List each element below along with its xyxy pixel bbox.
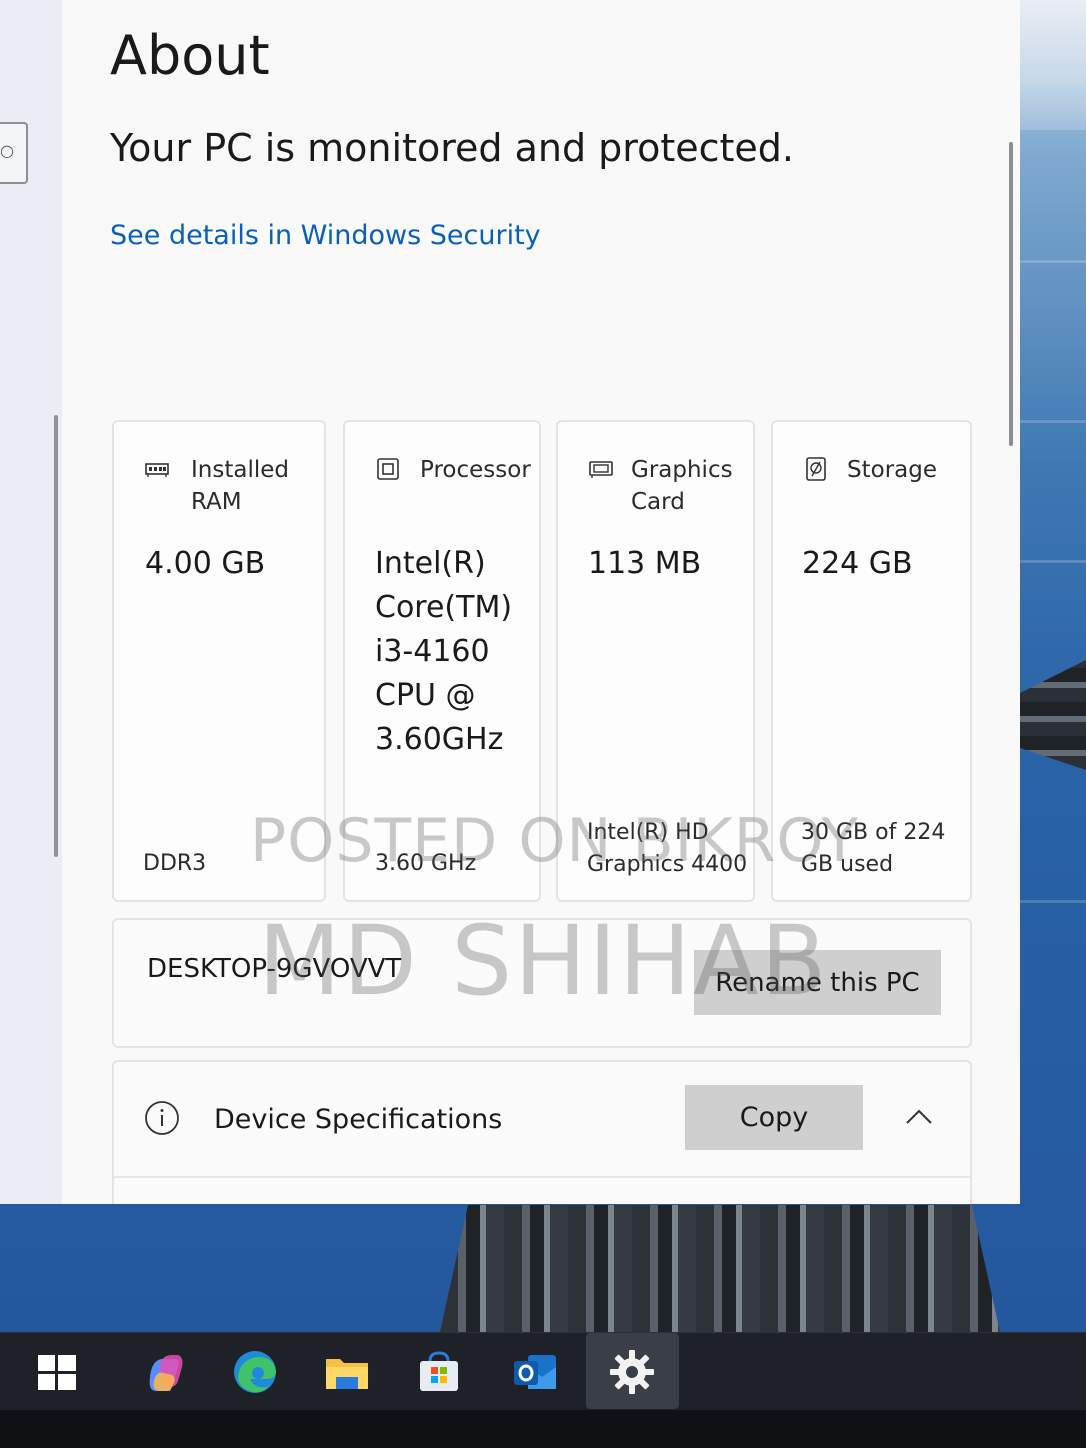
spec-detail: 3.60 GHz <box>375 851 477 876</box>
spec-detail: Intel(R) HD <box>587 820 709 845</box>
spec-value: 4.00 GB <box>145 546 266 581</box>
edge-icon[interactable] <box>230 1347 280 1397</box>
spec-label: Installed <box>191 457 289 483</box>
ram-icon <box>145 463 169 477</box>
outlook-icon[interactable] <box>510 1347 560 1397</box>
wallpaper-wave <box>1020 420 1086 423</box>
rename-pc-button[interactable]: Rename this PC <box>694 950 941 1015</box>
windows-start-icon[interactable] <box>32 1347 82 1397</box>
wallpaper-wave <box>1020 560 1086 563</box>
spec-detail: GB used <box>801 852 894 877</box>
spec-label: Card <box>631 489 685 515</box>
spec-label: RAM <box>191 489 242 515</box>
settings-gear-icon[interactable] <box>607 1347 657 1397</box>
spec-label: Processor <box>420 457 531 483</box>
protection-status-text: Your PC is monitored and protected. <box>110 126 794 170</box>
spec-card-graphics: Graphics Card 113 MB Intel(R) HD Graphic… <box>556 420 755 902</box>
spec-detail: Graphics 4400 <box>587 852 748 877</box>
wallpaper-pier-right <box>1020 660 1086 770</box>
section-divider <box>114 1176 970 1178</box>
copilot-icon[interactable] <box>140 1347 190 1397</box>
pc-name: DESKTOP-9GVOVVT <box>147 954 402 984</box>
screen-bottom-bar <box>0 1410 1086 1448</box>
copy-button[interactable]: Copy <box>685 1085 863 1150</box>
spec-detail: 30 GB of 224 <box>801 820 946 845</box>
windows-security-link[interactable]: See details in Windows Security <box>110 220 541 251</box>
spec-card-processor: Processor Intel(R) Core(TM) i3-4160 CPU … <box>343 420 541 902</box>
search-icon: ○ <box>0 141 14 160</box>
settings-window: About Your PC is monitored and protected… <box>62 0 1020 1204</box>
spec-label: Storage <box>847 457 937 483</box>
spec-value: 113 MB <box>588 546 702 581</box>
settings-scrollbar[interactable] <box>1009 142 1013 446</box>
spec-value: Core(TM) <box>375 590 513 625</box>
spec-value: i3-4160 <box>375 634 490 669</box>
processor-icon <box>377 458 399 480</box>
spec-card-ram: Installed RAM 4.00 GB DDR3 <box>112 420 326 902</box>
spec-value: CPU @ <box>375 678 476 713</box>
storage-icon <box>806 457 826 481</box>
wallpaper-wave <box>1020 260 1086 263</box>
chevron-up-icon[interactable] <box>904 1102 934 1132</box>
device-specifications-title: Device Specifications <box>214 1104 503 1135</box>
pc-name-card: DESKTOP-9GVOVVT Rename this PC <box>112 918 972 1048</box>
taskbar <box>0 1332 1086 1410</box>
spec-value: Intel(R) <box>375 546 486 581</box>
spec-detail: DDR3 <box>143 851 207 876</box>
wallpaper-pier <box>440 1205 1000 1332</box>
spec-value: 3.60GHz <box>375 722 504 757</box>
spec-label: Graphics <box>631 457 733 483</box>
device-specifications-card[interactable]: Device Specifications Copy <box>112 1060 972 1204</box>
microsoft-store-icon[interactable] <box>414 1347 464 1397</box>
background-window-scrollbar[interactable] <box>54 415 58 857</box>
background-window[interactable]: ○ <box>0 0 62 1204</box>
info-icon <box>145 1101 179 1135</box>
spec-card-storage: Storage 224 GB 30 GB of 224 GB used <box>771 420 972 902</box>
wallpaper-wave <box>1020 900 1086 903</box>
graphics-card-icon <box>589 461 613 478</box>
page-title: About <box>110 24 270 87</box>
file-explorer-icon[interactable] <box>322 1347 372 1397</box>
spec-value: 224 GB <box>802 546 913 581</box>
